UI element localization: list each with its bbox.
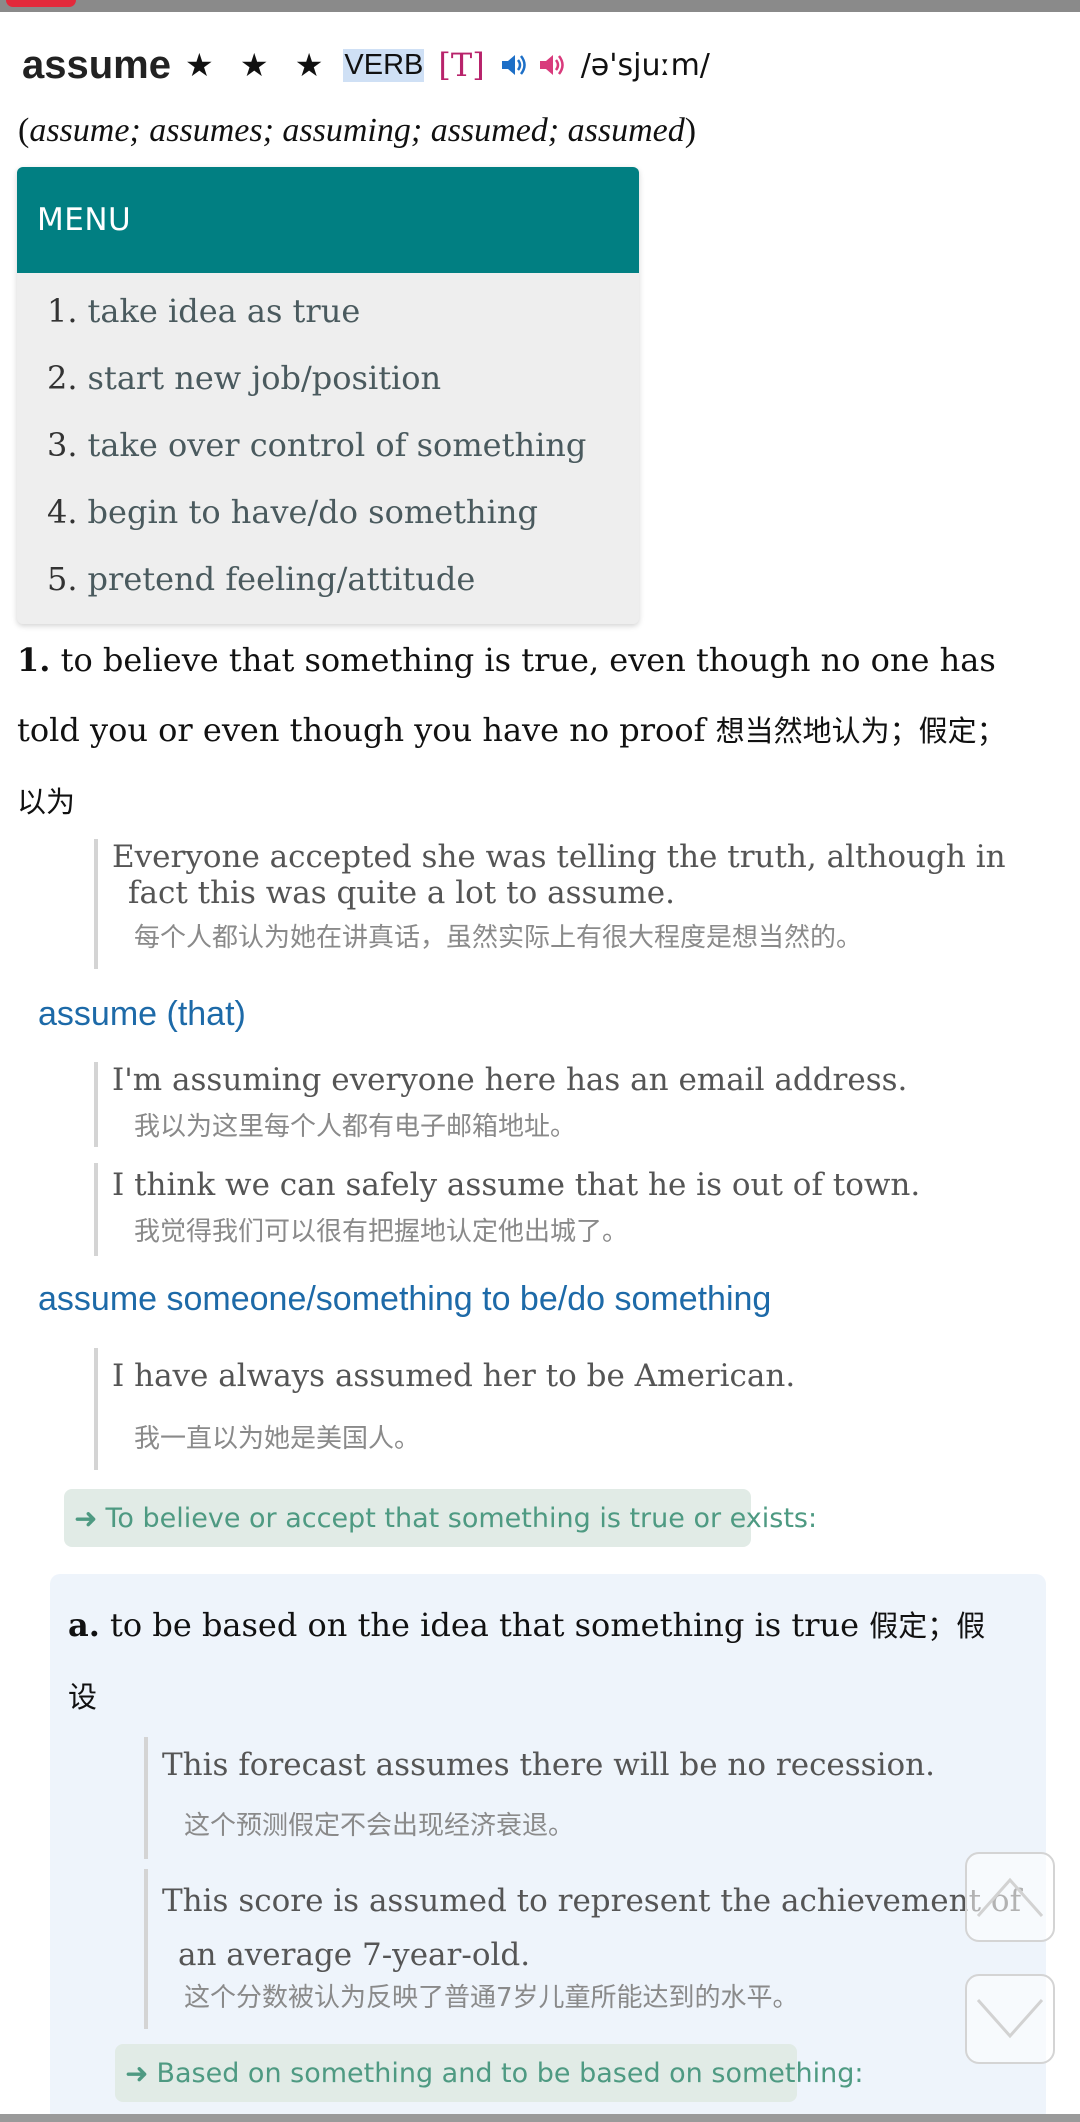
example-sentence: I have always assumed her to be American… xyxy=(112,1358,796,1394)
grammar-pattern: assume someone/something to be/do someth… xyxy=(38,1280,772,1318)
hint-text: Based on something and to be based on so… xyxy=(156,2057,864,2089)
menu-item-number: 4. xyxy=(47,492,78,531)
speaker-pink-icon[interactable] xyxy=(537,50,567,80)
notification-badge xyxy=(6,0,76,7)
sense-1a-definition: a. to be based on the idea that somethin… xyxy=(68,1590,985,1732)
definition-line-2: 设 xyxy=(68,1661,985,1732)
example-sentence: I'm assuming everyone here has an email … xyxy=(112,1062,908,1098)
example-block: I think we can safely assume that he is … xyxy=(94,1163,920,1256)
part-of-speech[interactable]: VERB xyxy=(343,48,425,82)
example-block: I'm assuming everyone here has an email … xyxy=(94,1062,907,1147)
example-translation: 我以为这里每个人都有电子邮箱地址。 xyxy=(134,1112,577,1142)
definition-line-3: 以为 xyxy=(17,766,1006,837)
inflections: (assume; assumes; assuming; assumed; ass… xyxy=(18,112,696,150)
example-sentence: Everyone accepted she was telling the tr… xyxy=(112,839,1006,875)
hint-text: To believe or accept that something is t… xyxy=(105,1502,818,1534)
example-block: This score is assumed to represent the a… xyxy=(144,1869,1021,2029)
subsense-letter: a. xyxy=(68,1606,100,1644)
scroll-down-button[interactable] xyxy=(965,1974,1055,2064)
example-sentence: This score is assumed to represent the a… xyxy=(162,1883,1022,1919)
example-translation: 这个预测假定不会出现经济衰退。 xyxy=(184,1811,575,1841)
example-sentence: This forecast assumes there will be no r… xyxy=(162,1747,935,1783)
menu-item-number: 3. xyxy=(47,425,78,464)
example-block: I have always assumed her to be American… xyxy=(94,1348,795,1470)
usage-hint[interactable]: ➜ Based on something and to be based on … xyxy=(115,2044,863,2102)
example-block: Everyone accepted she was telling the tr… xyxy=(94,839,1006,969)
frequency-stars: ★ ★ ★ xyxy=(184,46,332,84)
grammar-code: [T] xyxy=(438,46,485,84)
definition-translation: 想当然地认为；假定； xyxy=(715,714,1006,748)
menu-title[interactable]: MENU xyxy=(17,167,639,273)
sense-menu: MENU 1. take idea as true 2. start new job… xyxy=(17,167,639,624)
example-translation: 我觉得我们可以很有把握地认定他出城了。 xyxy=(134,1217,629,1247)
definition-text: to believe that something is true, even … xyxy=(60,641,996,679)
menu-item-4[interactable]: 4. begin to have/do something xyxy=(17,478,639,545)
inflections-close: ) xyxy=(684,112,697,149)
example-translation: 我一直以为她是美国人。 xyxy=(134,1424,421,1454)
definition-line-2: told you or even though you have no proo… xyxy=(17,695,1006,766)
definition-translation: 以为 xyxy=(17,785,76,819)
menu-item-3[interactable]: 3. take over control of something xyxy=(17,411,639,478)
definition-line-1: a. to be based on the idea that somethin… xyxy=(68,1590,985,1661)
example-sentence-cont: fact this was quite a lot to assume. xyxy=(128,875,675,911)
menu-item-label: begin to have/do something xyxy=(87,492,538,531)
arrow-right-icon: ➜ xyxy=(125,2056,149,2090)
scroll-up-button[interactable] xyxy=(965,1852,1055,1942)
example-sentence-cont: an average 7-year-old. xyxy=(178,1937,531,1973)
menu-item-number: 1. xyxy=(47,291,78,330)
example-translation: 每个人都认为她在讲真话，虽然实际上有很大程度是想当然的。 xyxy=(134,923,863,953)
definition-translation: 设 xyxy=(68,1680,98,1714)
definition-text: told you or even though you have no proo… xyxy=(17,711,706,749)
menu-item-label: take idea as true xyxy=(87,291,361,330)
definition-translation: 假定；假 xyxy=(869,1609,986,1643)
pronunciation: /ə'sjuːm/ xyxy=(580,47,710,83)
example-block: This forecast assumes there will be no r… xyxy=(144,1737,935,1859)
bottom-edge xyxy=(0,2114,1080,2122)
status-bar xyxy=(0,0,1080,12)
arrow-right-icon: ➜ xyxy=(74,1501,98,1535)
sense-1-definition: 1. to believe that something is true, ev… xyxy=(17,625,1006,837)
speaker-blue-icon[interactable] xyxy=(499,50,529,80)
inflection-forms: assume; assumes; assuming; assumed; assu… xyxy=(29,112,685,149)
menu-item-label: start new job/position xyxy=(87,358,442,397)
menu-item-5[interactable]: 5. pretend feeling/attitude xyxy=(17,545,639,612)
grammar-pattern: assume (that) xyxy=(38,995,246,1033)
synonym-hint[interactable]: ➜ To believe or accept that something is… xyxy=(64,1489,817,1547)
headword: assume xyxy=(22,42,171,87)
menu-item-1[interactable]: 1. take idea as true xyxy=(17,277,639,344)
chevron-down-icon xyxy=(976,1999,1044,2039)
menu-item-2[interactable]: 2. start new job/position xyxy=(17,344,639,411)
entry-header: assume ★ ★ ★ VERB [T] /ə'sjuːm/ xyxy=(22,40,710,90)
inflections-open: ( xyxy=(18,112,30,149)
menu-item-number: 5. xyxy=(47,559,78,598)
definition-line-1: 1. to believe that something is true, ev… xyxy=(17,625,1006,695)
example-sentence: I think we can safely assume that he is … xyxy=(112,1167,921,1203)
menu-item-label: pretend feeling/attitude xyxy=(87,559,476,598)
definition-text: to be based on the idea that something i… xyxy=(110,1606,860,1644)
example-translation: 这个分数被认为反映了普通7岁儿童所能达到的水平。 xyxy=(184,1983,799,2013)
menu-list: 1. take idea as true 2. start new job/posi… xyxy=(17,273,639,612)
menu-item-label: take over control of something xyxy=(87,425,587,464)
menu-item-number: 2. xyxy=(47,358,78,397)
chevron-up-icon xyxy=(976,1877,1044,1917)
sense-number: 1. xyxy=(17,641,51,679)
